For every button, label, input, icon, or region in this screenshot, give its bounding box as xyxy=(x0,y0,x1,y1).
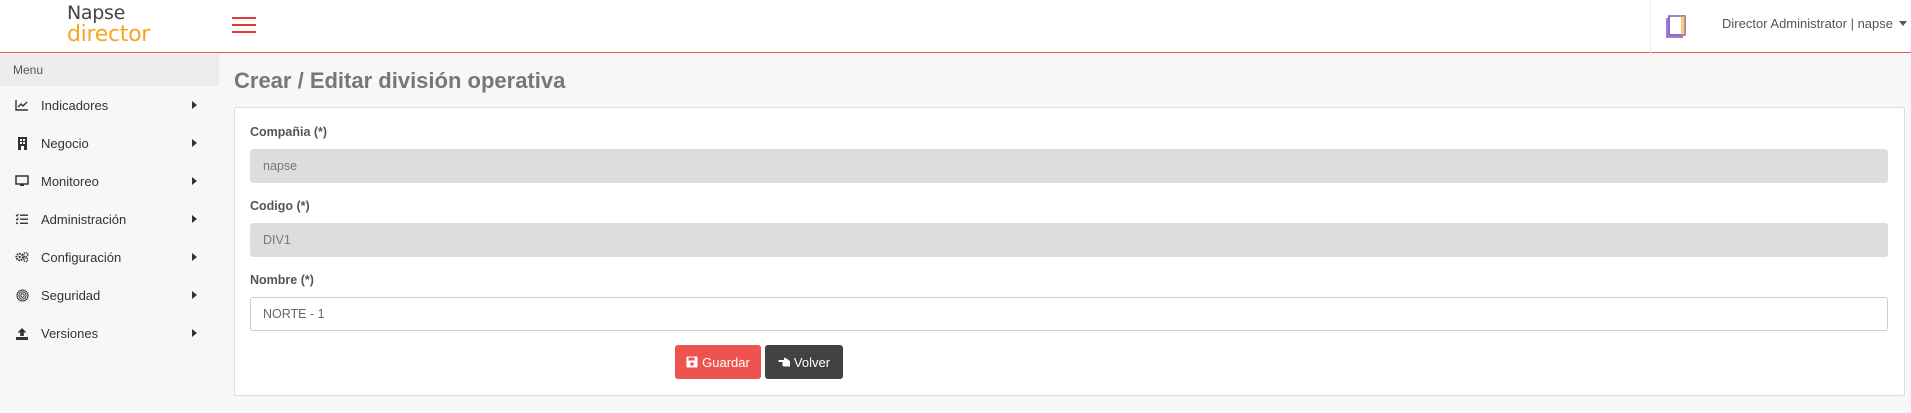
gears-icon xyxy=(15,250,29,264)
header-divider xyxy=(1650,0,1651,53)
back-button[interactable]: Volver xyxy=(765,345,843,379)
user-label: Director Administrator | napse xyxy=(1722,15,1893,31)
sidebar-item-indicadores[interactable]: Indicadores xyxy=(0,86,219,124)
code-label: Codigo (*) xyxy=(250,199,310,213)
list-check-icon xyxy=(15,212,29,226)
caret-right-icon xyxy=(192,291,197,299)
name-label: Nombre (*) xyxy=(250,273,314,287)
floppy-disk-icon xyxy=(686,356,698,368)
sidebar-menu-header: Menu xyxy=(0,54,219,86)
sidebar-item-label: Configuración xyxy=(41,249,122,265)
caret-right-icon xyxy=(192,139,197,147)
company-label: Compañia (*) xyxy=(250,125,328,139)
back-button-label: Volver xyxy=(793,354,831,370)
sidebar-item-label: Administración xyxy=(41,211,127,227)
edit-division-form: Compañia (*) Codigo (*) Nombre (*) Guard… xyxy=(234,107,1905,396)
napse-director-logo[interactable]: Napse director xyxy=(67,4,157,48)
caret-right-icon xyxy=(192,253,197,261)
sidebar: Menu Indicadores Negocio Monitoreo Admin… xyxy=(0,54,219,413)
sidebar-item-monitoreo[interactable]: Monitoreo xyxy=(0,162,219,200)
fingerprint-icon xyxy=(15,288,29,302)
hand-pointing-left-icon xyxy=(778,356,790,368)
upload-icon xyxy=(15,326,29,340)
caret-right-icon xyxy=(192,177,197,185)
hamburger-menu-icon[interactable] xyxy=(232,16,256,34)
sidebar-item-seguridad[interactable]: Seguridad xyxy=(0,276,219,314)
caret-down-icon xyxy=(1899,20,1907,26)
page-title: Crear / Editar división operativa xyxy=(234,68,566,93)
sidebar-item-negocio[interactable]: Negocio xyxy=(0,124,219,162)
monitor-icon xyxy=(15,174,29,188)
sidebar-item-label: Negocio xyxy=(41,135,89,151)
logo-text-top: Napse xyxy=(67,2,126,24)
top-header: Napse director Director Administrator | … xyxy=(0,0,1911,53)
book-icon[interactable] xyxy=(1665,14,1687,38)
sidebar-item-label: Versiones xyxy=(41,325,99,341)
building-icon xyxy=(15,136,29,150)
logo-text-bottom: director xyxy=(67,22,151,47)
caret-right-icon xyxy=(192,215,197,223)
caret-right-icon xyxy=(192,101,197,109)
sidebar-item-label: Seguridad xyxy=(41,287,101,303)
company-field[interactable] xyxy=(250,149,1888,183)
sidebar-item-label: Indicadores xyxy=(41,97,109,113)
sidebar-item-label: Monitoreo xyxy=(41,173,99,189)
caret-right-icon xyxy=(192,329,197,337)
sidebar-item-configuracion[interactable]: Configuración xyxy=(0,238,219,276)
sidebar-item-versiones[interactable]: Versiones xyxy=(0,314,219,352)
save-button-label: Guardar xyxy=(702,354,750,370)
save-button[interactable]: Guardar xyxy=(675,345,761,379)
line-chart-icon xyxy=(15,98,29,112)
code-field[interactable] xyxy=(250,223,1888,257)
user-menu-dropdown[interactable]: Director Administrator | napse xyxy=(1722,14,1907,32)
name-field[interactable] xyxy=(250,297,1888,331)
sidebar-item-administracion[interactable]: Administración xyxy=(0,200,219,238)
